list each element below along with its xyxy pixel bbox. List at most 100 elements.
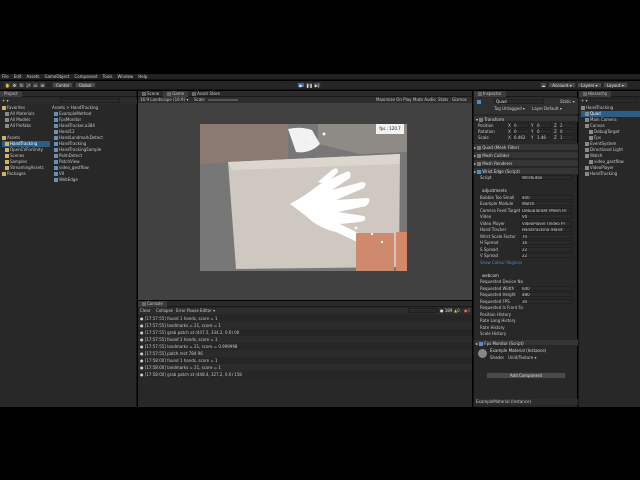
- script-field-value[interactable]: 22: [520, 253, 572, 258]
- script-field-value[interactable]: 22: [520, 246, 572, 252]
- console-log-row[interactable]: ● [17:57:55] found 1 hands, score = 1: [138, 336, 472, 343]
- script-field-value[interactable]: DebugTarget (Mesh R): [520, 207, 572, 213]
- transform-y-field[interactable]: 1.46: [535, 135, 552, 140]
- editor-dropdown[interactable]: Editor ▾: [200, 308, 215, 314]
- center-toggle[interactable]: Center: [52, 82, 74, 88]
- layout-dropdown[interactable]: Layout ▾: [602, 82, 628, 88]
- script-field-value[interactable]: Watch: [520, 201, 572, 206]
- rotate-tool-button[interactable]: ↻: [18, 82, 25, 88]
- script-field-value[interactable]: VideoPlayer (Video P): [520, 220, 572, 226]
- maximize-on-play-toggle[interactable]: Maximize On Play: [376, 97, 412, 103]
- warning-count[interactable]: ▲0: [454, 308, 460, 314]
- hierarchy-item[interactable]: HandTracking: [581, 171, 640, 177]
- component-header[interactable]: ▸ Mesh Renderer: [474, 159, 578, 167]
- transform-z-field[interactable]: 2: [558, 123, 575, 128]
- console-search-input[interactable]: [408, 308, 438, 313]
- script-field-value[interactable]: 480: [520, 292, 572, 297]
- account-dropdown[interactable]: Account ▾: [548, 82, 576, 88]
- layer-dropdown[interactable]: Default ▾: [544, 106, 562, 112]
- gameobject-icon: [585, 148, 589, 152]
- mute-audio-toggle[interactable]: Mute Audio: [413, 97, 436, 103]
- menu-assets[interactable]: Assets: [26, 74, 39, 79]
- hierarchy-search-input[interactable]: [593, 98, 637, 103]
- add-asset-button[interactable]: + ▾: [2, 98, 9, 103]
- console-log-row[interactable]: ● [17:58:00] found 1 hands, score = 1: [138, 357, 472, 364]
- menu-tools[interactable]: Tools: [103, 74, 113, 79]
- add-component-button[interactable]: Add Component: [486, 372, 566, 379]
- console-log-row[interactable]: ● [17:58:00] landmarks = 21, score = 1: [138, 364, 472, 371]
- component-header[interactable]: ▸ Quad (Mesh Filter): [474, 143, 578, 151]
- console-log-text: [17:57:55] landmarks = 21, score = 1: [144, 323, 221, 328]
- scale-slider[interactable]: [208, 99, 238, 101]
- console-log-row[interactable]: ● [17:57:55] found 1 hands, score = 1: [138, 315, 472, 322]
- script-field-value[interactable]: 70: [520, 233, 572, 239]
- transform-x-field[interactable]: 6.462: [512, 135, 529, 140]
- cloud-icon[interactable]: ☁: [540, 82, 547, 88]
- console-log-row[interactable]: ● [17:57:55] patch rect 784 96: [138, 350, 472, 357]
- script-field-value[interactable]: 640: [520, 285, 572, 291]
- object-active-checkbox[interactable]: [477, 100, 481, 104]
- transform-section-header[interactable]: ▾ Transform: [474, 115, 578, 122]
- rect-tool-button[interactable]: ▭: [32, 82, 39, 88]
- transform-z-field[interactable]: 0: [558, 129, 575, 134]
- console-log-row[interactable]: ● [17:58:00] grab patch at (448.4, 327.2…: [138, 371, 472, 378]
- folder-icon: [2, 172, 6, 176]
- tab-console[interactable]: Console: [138, 301, 167, 307]
- pause-button[interactable]: ❚❚: [305, 82, 313, 88]
- transform-tool-button[interactable]: ⊕: [39, 82, 46, 88]
- script-field-value[interactable]: 30: [520, 298, 572, 304]
- project-search-input[interactable]: [60, 98, 120, 103]
- transform-y-field[interactable]: 0: [535, 129, 552, 134]
- step-button[interactable]: ▶|: [313, 82, 321, 88]
- component-header[interactable]: ▸ Wrist Edge (Script): [474, 167, 578, 175]
- transform-field-label: Scale: [478, 135, 489, 140]
- log-count[interactable]: ● 189: [440, 308, 452, 314]
- menu-edit[interactable]: Edit: [14, 74, 22, 79]
- script-field-value[interactable]: 16: [520, 240, 572, 245]
- global-toggle[interactable]: Global: [74, 82, 96, 88]
- play-button[interactable]: ▶: [297, 82, 305, 88]
- gizmos-toggle[interactable]: Gizmos: [452, 97, 467, 103]
- project-file-label: HandLandmarkDetect: [59, 135, 103, 140]
- component-header[interactable]: ▸ Mesh Collider: [474, 151, 578, 159]
- menu-file[interactable]: File: [2, 74, 9, 79]
- aspect-dropdown[interactable]: 16:9 Landscape (16:9) ▾: [140, 97, 188, 103]
- error-pause-toggle[interactable]: Error Pause: [176, 308, 199, 314]
- clear-button[interactable]: Clear: [140, 308, 150, 314]
- script-field-value[interactable]: HandTracking (Hand: [520, 227, 572, 232]
- console-log-row[interactable]: ● [17:57:55] grab patch at (447.5, 334.2…: [138, 329, 472, 336]
- transform-x-field[interactable]: 0: [512, 123, 529, 128]
- stats-toggle[interactable]: Stats: [438, 97, 448, 103]
- transform-x-field[interactable]: 0: [512, 129, 529, 134]
- tab-hierarchy[interactable]: Hierarchy: [579, 91, 612, 97]
- project-file-item[interactable]: WebEdge: [54, 177, 136, 183]
- layer-label: Layer: [532, 106, 544, 111]
- error-count[interactable]: ●0: [464, 308, 470, 314]
- menu-component[interactable]: Component: [74, 74, 97, 79]
- script-field-value[interactable]: VII: [520, 214, 572, 219]
- script-field-value[interactable]: WristEdge: [520, 175, 572, 180]
- menu-gameobject[interactable]: GameObject: [44, 74, 69, 79]
- menu-window[interactable]: Window: [118, 74, 134, 79]
- scale-tool-button[interactable]: ⤢: [25, 82, 32, 88]
- menu-help[interactable]: Help: [138, 74, 147, 79]
- shader-dropdown[interactable]: Unlit/Texture ▾: [508, 355, 537, 361]
- fps-monitor-section-header[interactable]: ▸ Fps Monitor (Script): [474, 339, 578, 346]
- transform-z-field[interactable]: 1: [558, 135, 575, 140]
- tab-inspector[interactable]: Inspector: [474, 91, 506, 97]
- hierarchy-add-button[interactable]: + ▾: [581, 98, 588, 104]
- move-tool-button[interactable]: ✥: [11, 82, 18, 88]
- console-log-row[interactable]: ● [17:57:55] landmarks = 21, score = 1: [138, 322, 472, 329]
- tag-dropdown[interactable]: Tag Untagged ▾: [494, 106, 525, 112]
- script-file-icon: [54, 178, 58, 182]
- static-toggle[interactable]: Static ▾: [560, 99, 575, 105]
- layers-dropdown[interactable]: Layers ▾: [577, 82, 602, 88]
- hand-tool-button[interactable]: ✋: [4, 82, 11, 88]
- console-log-row[interactable]: ● [17:57:55] landmarks = 21, score = 0.9…: [138, 343, 472, 350]
- collapse-toggle[interactable]: Collapse: [156, 308, 173, 314]
- camera-feed-view[interactable]: fps : 120.7: [200, 124, 407, 271]
- script-field-value[interactable]: 400: [520, 194, 572, 200]
- tab-project[interactable]: Project: [0, 91, 22, 97]
- transform-y-field[interactable]: 0: [535, 123, 552, 128]
- project-tree-item[interactable]: Packages: [2, 171, 50, 177]
